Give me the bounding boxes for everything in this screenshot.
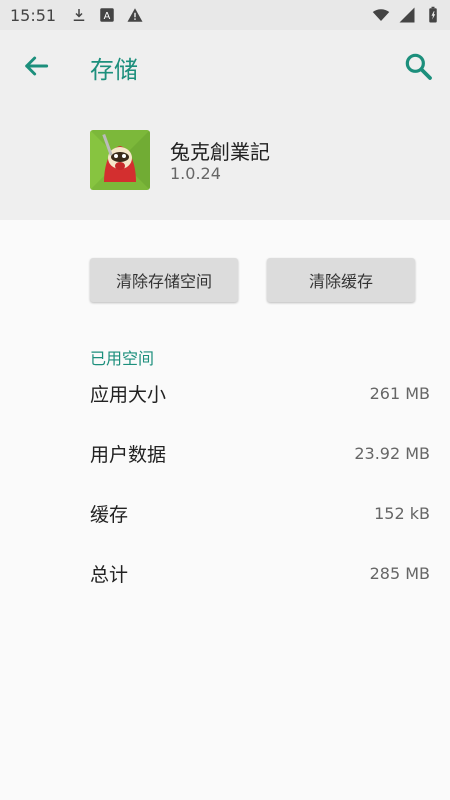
status-left-icons: A <box>70 6 144 24</box>
app-icon <box>90 130 150 190</box>
app-name: 兔克創業記 <box>170 140 270 164</box>
back-arrow-icon[interactable] <box>20 50 52 82</box>
clear-cache-button[interactable]: 清除缓存 <box>267 258 415 302</box>
wifi-icon <box>372 9 390 21</box>
storage-row-label: 总计 <box>90 563 129 586</box>
storage-row-cache: 缓存 152 kB <box>90 493 430 533</box>
warning-icon <box>127 8 143 22</box>
storage-content: 清除存储空间 清除缓存 已用空间 应用大小 261 MB 用户数据 23.92 … <box>0 220 450 800</box>
storage-row-value: 285 MB <box>369 563 430 583</box>
search-icon[interactable] <box>402 50 434 82</box>
storage-row-value: 152 kB <box>374 503 430 523</box>
a-letter-icon: A <box>100 8 114 22</box>
storage-row-total: 总计 285 MB <box>90 553 430 593</box>
storage-row-value: 261 MB <box>369 383 430 403</box>
storage-row-value: 23.92 MB <box>354 443 430 463</box>
download-icon <box>73 9 85 21</box>
battery-icon <box>429 6 437 23</box>
clear-storage-button[interactable]: 清除存储空间 <box>90 258 238 302</box>
used-space-header: 已用空间 <box>90 349 155 368</box>
storage-row-label: 应用大小 <box>90 383 167 406</box>
storage-row-user-data: 用户数据 23.92 MB <box>90 433 430 473</box>
status-right-icons <box>372 6 442 24</box>
storage-row-label: 用户数据 <box>90 443 167 466</box>
status-time: 15:51 <box>10 5 57 25</box>
app-header: 兔克創業記 1.0.24 <box>0 102 450 220</box>
app-version: 1.0.24 <box>170 164 221 183</box>
storage-row-label: 缓存 <box>90 503 129 526</box>
storage-row-app-size: 应用大小 261 MB <box>90 373 430 413</box>
page-title: 存储 <box>90 56 138 84</box>
svg-text:A: A <box>104 11 111 22</box>
signal-icon <box>399 7 415 23</box>
status-bar: 15:51 A <box>0 0 450 30</box>
app-bar: 存储 <box>0 30 450 102</box>
